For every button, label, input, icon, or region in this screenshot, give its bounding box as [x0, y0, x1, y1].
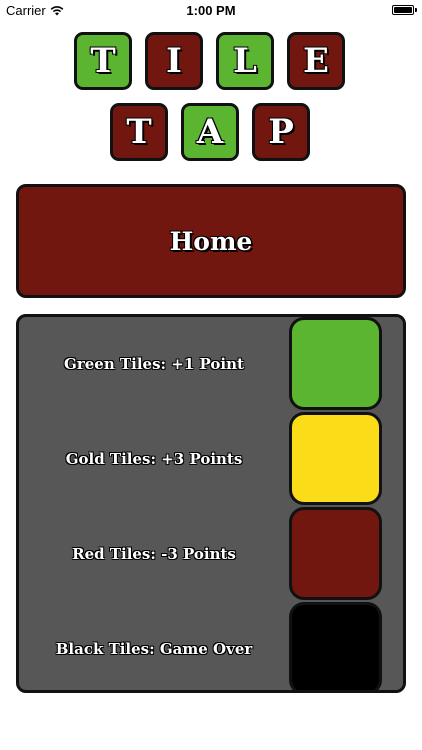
status-time: 1:00 PM	[186, 3, 236, 18]
black-tile-swatch	[289, 602, 382, 690]
title-tile-l: L	[216, 32, 274, 90]
title-tile-t2: T	[110, 103, 168, 161]
legend-label-gold: Gold Tiles: +3 Points	[65, 450, 243, 468]
title-tile-p: P	[252, 103, 310, 161]
gold-tile-swatch	[289, 412, 382, 505]
battery-icon	[392, 5, 417, 15]
title-tile-a: A	[181, 103, 239, 161]
legend-label-green: Green Tiles: +1 Point	[64, 355, 244, 373]
legend-row-gold: Gold Tiles: +3 Points	[19, 412, 403, 506]
green-tile-swatch	[289, 317, 382, 410]
title-row-tap: T A P	[110, 103, 310, 161]
battery-fill	[394, 7, 412, 13]
title-row-tile: T I L E	[74, 32, 345, 90]
tile-legend-panel: Green Tiles: +1 Point Gold Tiles: +3 Poi…	[16, 314, 406, 693]
status-bar: Carrier 1:00 PM	[0, 0, 422, 22]
home-button[interactable]: Home	[16, 184, 406, 298]
home-button-label: Home	[169, 226, 253, 256]
legend-label-black: Black Tiles: Game Over	[55, 640, 253, 658]
legend-row-black: Black Tiles: Game Over	[19, 602, 403, 690]
title-tile-t: T	[74, 32, 132, 90]
title-tile-i: I	[145, 32, 203, 90]
title-tile-e: E	[287, 32, 345, 90]
red-tile-swatch	[289, 507, 382, 600]
legend-row-green: Green Tiles: +1 Point	[19, 317, 403, 411]
legend-label-red: Red Tiles: -3 Points	[72, 545, 236, 563]
legend-row-red: Red Tiles: -3 Points	[19, 507, 403, 601]
